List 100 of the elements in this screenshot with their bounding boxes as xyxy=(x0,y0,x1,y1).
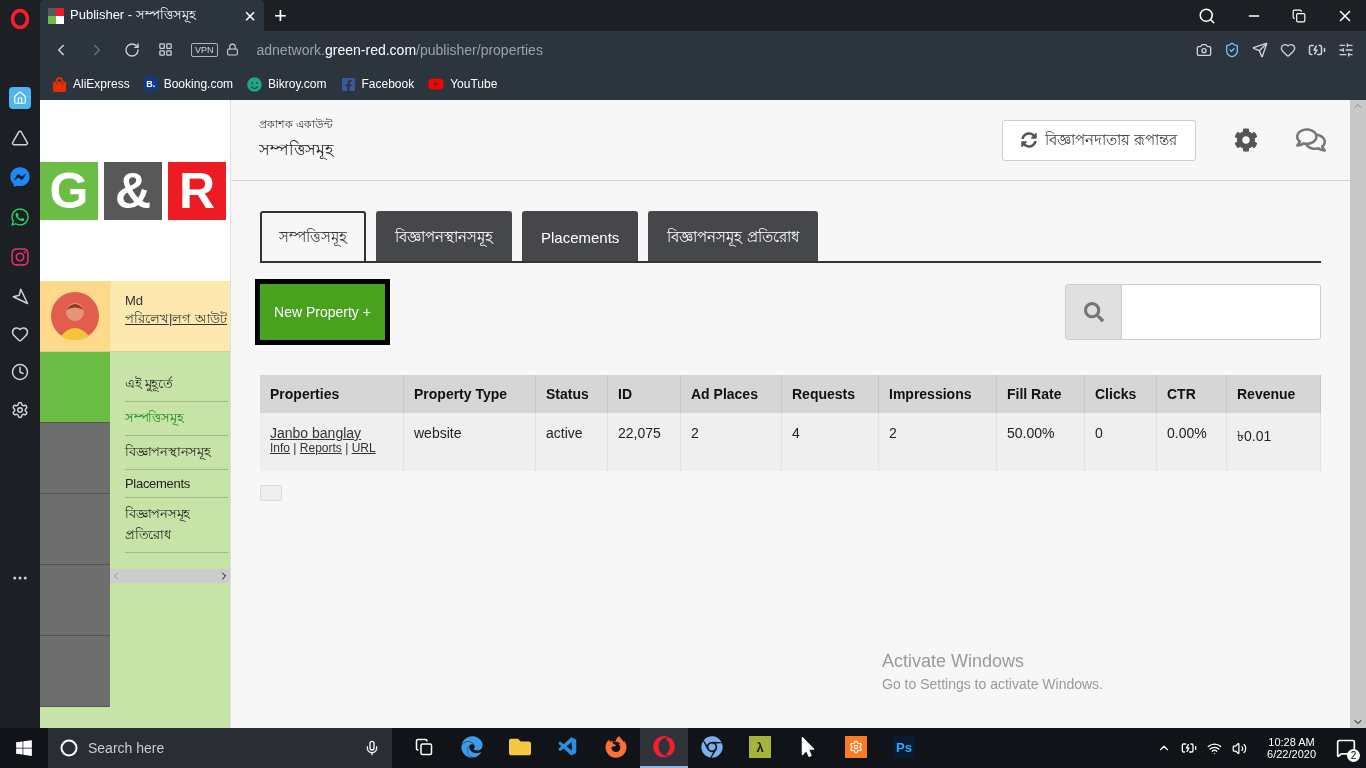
taskbar-search-field[interactable]: Search here xyxy=(48,728,392,768)
column-header: CTR xyxy=(1157,375,1227,413)
row-link[interactable]: URL xyxy=(351,441,376,455)
send-icon[interactable] xyxy=(1252,41,1268,58)
lock-icon xyxy=(225,43,239,56)
column-header: Impressions xyxy=(879,375,997,413)
browser-icon[interactable] xyxy=(605,736,627,758)
task-view-icon[interactable] xyxy=(415,738,433,756)
profile-link[interactable]: পরিলেখ xyxy=(125,311,169,326)
table-cell: website xyxy=(404,413,536,471)
browser-icon[interactable] xyxy=(701,736,723,758)
smile-icon xyxy=(247,76,263,92)
close-tab-button[interactable]: × xyxy=(244,5,256,26)
address-field[interactable]: adnetwork.green-red.com/publisher/properties xyxy=(256,41,543,58)
clock-icon[interactable] xyxy=(11,363,29,381)
mic-icon[interactable] xyxy=(364,740,380,756)
play-icon xyxy=(428,76,445,92)
app-icon[interactable]: Ps xyxy=(893,736,915,758)
horizontal-scrollbar[interactable] xyxy=(110,569,230,583)
table-cell: ৳0.01 xyxy=(1227,413,1321,471)
switch-button[interactable]: বিজ্ঞাপনদাতায় রূপান্তর xyxy=(1001,119,1196,161)
row-link[interactable]: Info xyxy=(270,441,290,455)
notification-badge: 2 xyxy=(1347,749,1360,762)
app-icon[interactable]: λ xyxy=(749,736,771,758)
facebook-icon xyxy=(340,76,356,92)
settings-icon[interactable] xyxy=(11,401,29,419)
bookmark-icon: B. xyxy=(143,77,158,91)
row-link[interactable]: Reports xyxy=(299,441,342,455)
sidebar-block xyxy=(40,565,110,636)
browser-icon[interactable] xyxy=(461,736,483,758)
column-header: Fill Rate xyxy=(997,375,1085,413)
browser-tab[interactable]: Publisher - সম্পত্তিসমূহ × xyxy=(40,0,264,31)
separator: | xyxy=(169,311,173,326)
menu-item[interactable]: Placements xyxy=(125,470,228,498)
tab[interactable]: Placements xyxy=(522,211,639,261)
messenger-icon[interactable] xyxy=(10,167,30,187)
bookmark-link[interactable]: AliExpress xyxy=(73,77,130,91)
bookmark-link[interactable]: Facebook xyxy=(361,77,415,91)
shield-icon[interactable] xyxy=(1224,41,1240,58)
tab[interactable]: বিজ্ঞাপনসমূহ প্রতিরোধ xyxy=(648,211,818,261)
search-ring-icon xyxy=(60,739,78,757)
refresh-icon xyxy=(1020,132,1037,148)
windows-icon[interactable] xyxy=(15,739,33,757)
logout-link[interactable]: লগ আউট xyxy=(172,311,227,326)
volume-icon[interactable] xyxy=(1232,740,1248,756)
logo-letter: R xyxy=(168,161,226,220)
app-icon[interactable] xyxy=(845,736,867,758)
table-cell: active xyxy=(536,413,608,471)
column-header: Clicks xyxy=(1085,375,1157,413)
whatsapp-icon[interactable] xyxy=(10,207,30,227)
watermark-title: Activate Windows xyxy=(882,651,1026,672)
home-icon[interactable] xyxy=(9,87,31,109)
logo-letter: G xyxy=(40,161,98,220)
battery-icon[interactable] xyxy=(1181,740,1198,756)
user-name: Md xyxy=(125,293,145,308)
grid-icon[interactable] xyxy=(158,42,173,57)
chat-icon[interactable] xyxy=(1296,125,1326,155)
clock-text[interactable]: 10:28 AM 6/22/2020 xyxy=(1267,736,1316,760)
sidebar-block xyxy=(40,494,110,565)
browser-logo-icon[interactable] xyxy=(10,9,30,29)
send-icon[interactable] xyxy=(11,287,29,305)
table-cell: 4 xyxy=(782,413,879,471)
search-icon[interactable] xyxy=(1198,6,1216,25)
column-header: Revenue xyxy=(1227,375,1321,413)
vertical-scrollbar[interactable] xyxy=(1350,100,1366,728)
bookmark-link[interactable]: Bikroy.com xyxy=(268,77,327,91)
menu-item[interactable]: বিজ্ঞাপনস্থানসমূহ xyxy=(125,436,228,470)
search-field[interactable] xyxy=(1065,284,1321,340)
column-header: Properties xyxy=(260,375,404,413)
favicon-icon xyxy=(48,7,64,24)
bookmark-link[interactable]: Booking.com xyxy=(163,77,234,91)
triangle-icon[interactable] xyxy=(11,129,29,147)
heart-icon[interactable] xyxy=(11,325,29,343)
code-editor-icon[interactable] xyxy=(557,736,579,758)
settings-icon[interactable] xyxy=(1234,128,1258,152)
sidebar-block xyxy=(40,636,110,707)
logo-letter: & xyxy=(104,161,162,220)
heart-icon[interactable] xyxy=(1280,41,1296,58)
tab[interactable]: বিজ্ঞাপনস্থানসমূহ xyxy=(376,211,512,261)
new-tab-button[interactable]: + xyxy=(274,2,287,29)
bookmark-link[interactable]: YouTube xyxy=(450,77,498,91)
sliders-icon[interactable] xyxy=(1338,41,1354,58)
instagram-icon[interactable] xyxy=(10,247,30,267)
sidebar-block xyxy=(40,352,110,423)
column-header: Status xyxy=(536,375,608,413)
property-link[interactable]: Janbo banglay xyxy=(270,425,403,441)
table-cell: 50.00% xyxy=(997,413,1085,471)
table-cell: 22,075 xyxy=(608,413,681,471)
folder-icon[interactable] xyxy=(509,736,531,758)
menu-item[interactable]: এই মুহূর্তে xyxy=(125,368,228,402)
separator: | xyxy=(344,441,350,455)
tab[interactable]: সম্পত্তিসমূহ xyxy=(260,211,366,261)
wifi-icon[interactable] xyxy=(1207,740,1223,756)
reload-icon[interactable] xyxy=(124,41,140,58)
watermark-text: Go to Settings to activate Windows. xyxy=(882,676,1103,692)
restore-icon[interactable] xyxy=(1292,8,1306,23)
menu-item[interactable]: বিজ্ঞাপনসমূহ প্রতিরোধ xyxy=(125,498,228,553)
vpn-badge[interactable]: VPN xyxy=(191,42,218,57)
table-cell: 2 xyxy=(879,413,997,471)
camera-icon[interactable] xyxy=(1196,41,1212,58)
